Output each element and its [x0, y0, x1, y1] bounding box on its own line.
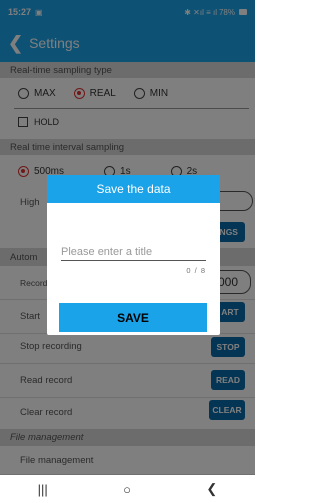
title-input[interactable]: [61, 243, 206, 261]
recents-icon[interactable]: |||: [38, 482, 48, 497]
system-nav-bar: ||| ○ ❮: [0, 475, 255, 503]
save-data-dialog: Save the data 0 / 8 SAVE: [47, 175, 220, 335]
character-counter: 0 / 8: [186, 266, 206, 275]
back-icon[interactable]: ❮: [206, 481, 217, 497]
home-icon[interactable]: ○: [123, 482, 131, 497]
save-button[interactable]: SAVE: [59, 303, 207, 332]
dialog-title: Save the data: [47, 175, 220, 203]
